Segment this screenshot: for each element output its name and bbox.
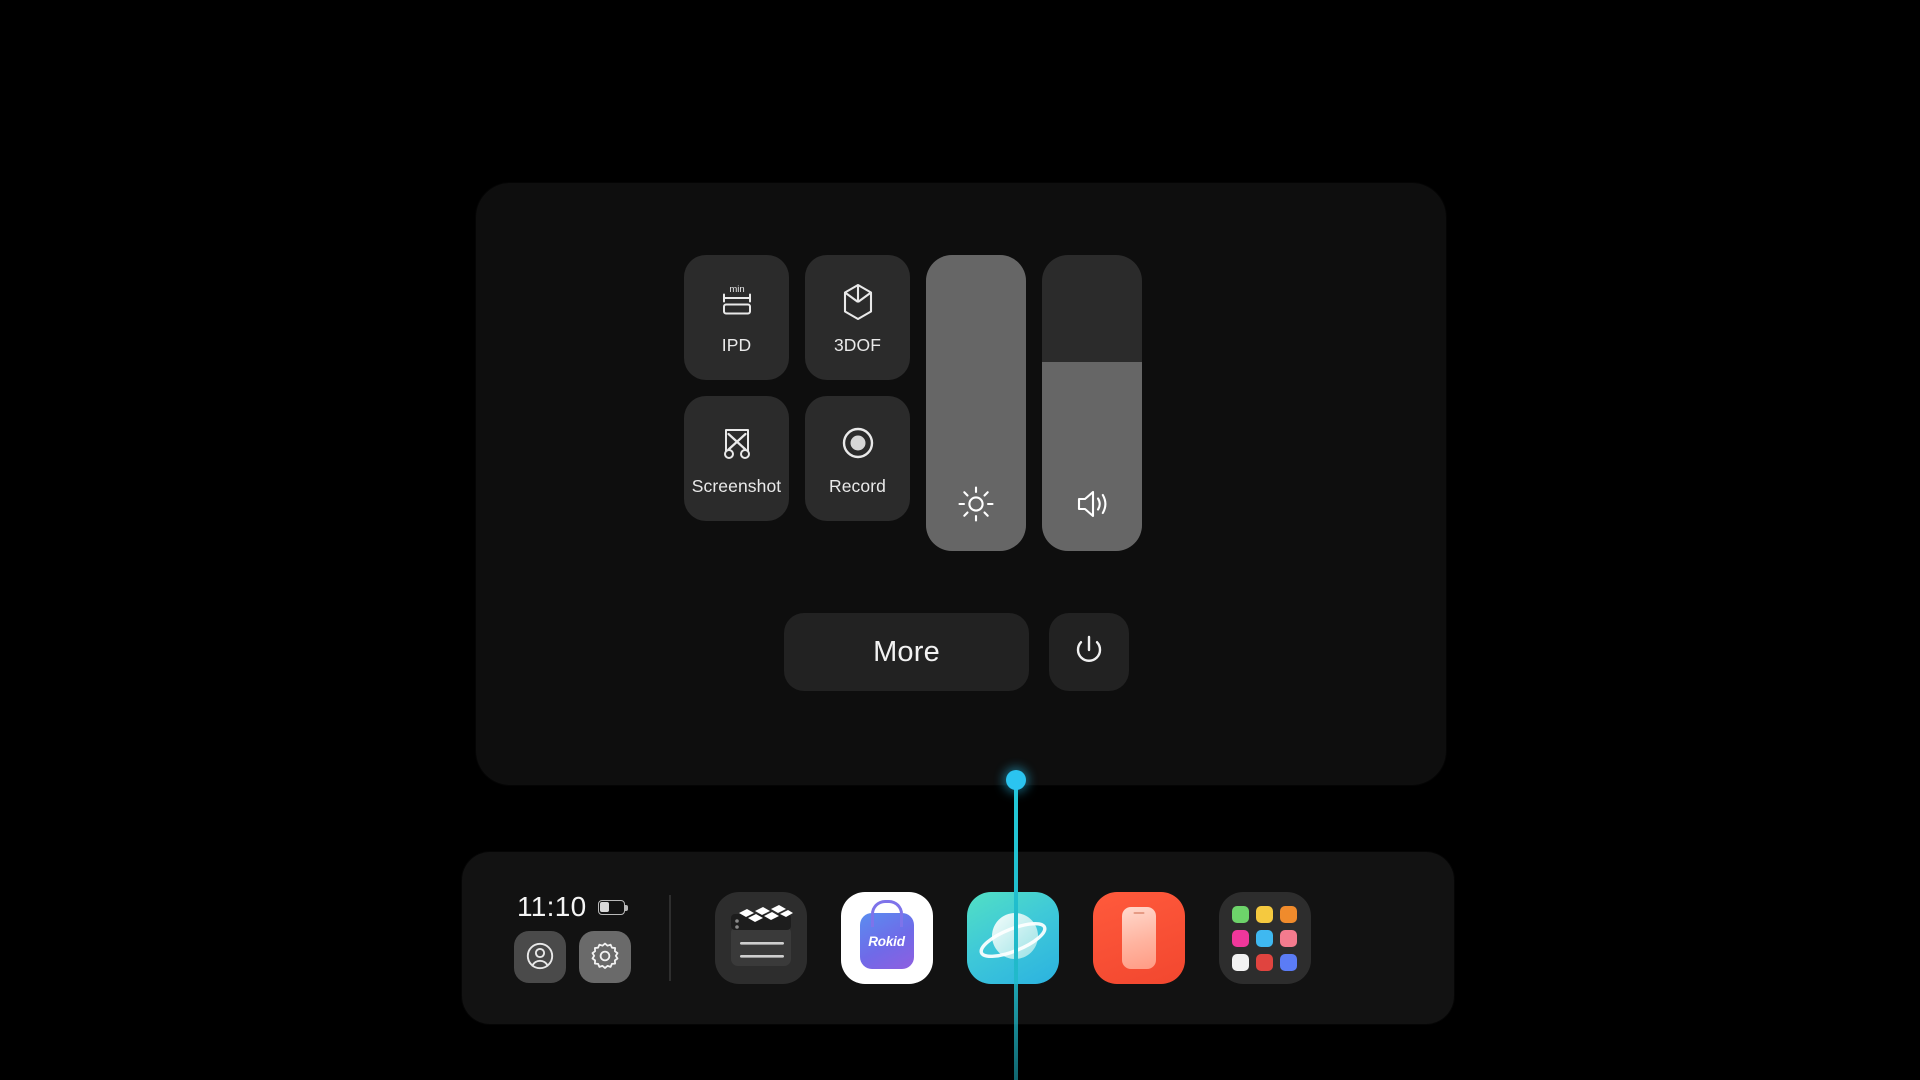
brightness-slider[interactable]: 100 xyxy=(926,255,1026,551)
tile-ipd[interactable]: min IPD xyxy=(684,255,789,380)
app-grid-icon xyxy=(1232,905,1297,971)
volume-slider[interactable]: 64 xyxy=(1042,255,1142,551)
power-icon xyxy=(1070,632,1108,673)
status-clock-battery: 11:10 xyxy=(514,891,628,922)
account-button[interactable] xyxy=(514,931,566,983)
quick-toggle-row-1: min IPD 3DOF xyxy=(684,255,910,380)
launcher-cell xyxy=(1232,929,1249,947)
battery-fill xyxy=(599,901,609,913)
launcher-cell xyxy=(1280,929,1297,947)
tile-label-ipd: IPD xyxy=(721,335,752,356)
app-icon-media[interactable] xyxy=(714,892,807,984)
control-grid: min IPD 3DOF Screenshot Record xyxy=(684,255,1142,551)
account-circle-icon xyxy=(525,941,555,974)
clock-label: 11:10 xyxy=(517,891,587,922)
phone-cast-icon xyxy=(1121,907,1156,969)
battery-icon xyxy=(597,899,628,915)
more-button[interactable]: More xyxy=(784,613,1029,691)
pointer-cursor-dot xyxy=(1006,770,1026,790)
gear-icon xyxy=(590,941,620,974)
dock-app-list: Rokid xyxy=(714,892,1311,984)
scissors-crop-icon xyxy=(715,421,759,465)
screen-root: min IPD 3DOF Screenshot Record More 11:1… xyxy=(0,0,1920,1080)
ipd-icon: min xyxy=(715,280,759,324)
taskbar-dock: 11:10 Rokid xyxy=(462,852,1454,1024)
tile-label-record: Record xyxy=(828,476,886,497)
launcher-cell xyxy=(1280,905,1297,923)
dock-divider xyxy=(669,895,671,981)
app-icon-browser[interactable] xyxy=(966,892,1059,984)
record-dot-icon xyxy=(836,421,880,465)
speaker-icon xyxy=(1042,483,1142,525)
launcher-cell xyxy=(1280,953,1297,971)
panel-footer: More xyxy=(784,613,1129,691)
tile-label-screenshot: Screenshot xyxy=(691,476,782,497)
shopping-bag-icon: Rokid xyxy=(859,913,914,969)
launcher-cell xyxy=(1256,905,1273,923)
app-icon-launcher[interactable] xyxy=(1218,892,1311,984)
dock-status-area: 11:10 xyxy=(514,893,631,983)
tile-screenshot[interactable]: Screenshot xyxy=(684,396,789,521)
launcher-cell xyxy=(1232,953,1249,971)
cube-3dof-icon xyxy=(836,280,880,324)
launcher-cell xyxy=(1256,929,1273,947)
app-icon-store[interactable]: Rokid xyxy=(840,892,933,984)
svg-text:min: min xyxy=(729,284,744,295)
app-icon-phone[interactable] xyxy=(1092,892,1185,984)
settings-button[interactable] xyxy=(579,931,631,983)
control-center-panel: min IPD 3DOF Screenshot Record More xyxy=(476,183,1446,785)
launcher-cell xyxy=(1256,953,1273,971)
volume-value: 64 xyxy=(1042,255,1043,256)
quick-toggle-grid: min IPD 3DOF Screenshot Record xyxy=(684,255,910,521)
store-brand-label: Rokid xyxy=(868,933,905,949)
pointer-beam xyxy=(1014,785,1018,1080)
tile-3dof[interactable]: 3DOF xyxy=(805,255,910,380)
sun-icon xyxy=(926,483,1026,525)
tile-record[interactable]: Record xyxy=(805,396,910,521)
tile-label-3dof: 3DOF xyxy=(833,335,882,356)
status-buttons xyxy=(514,931,631,983)
quick-toggle-row-2: Screenshot Record xyxy=(684,396,910,521)
launcher-cell xyxy=(1232,905,1249,923)
power-button[interactable] xyxy=(1049,613,1129,691)
